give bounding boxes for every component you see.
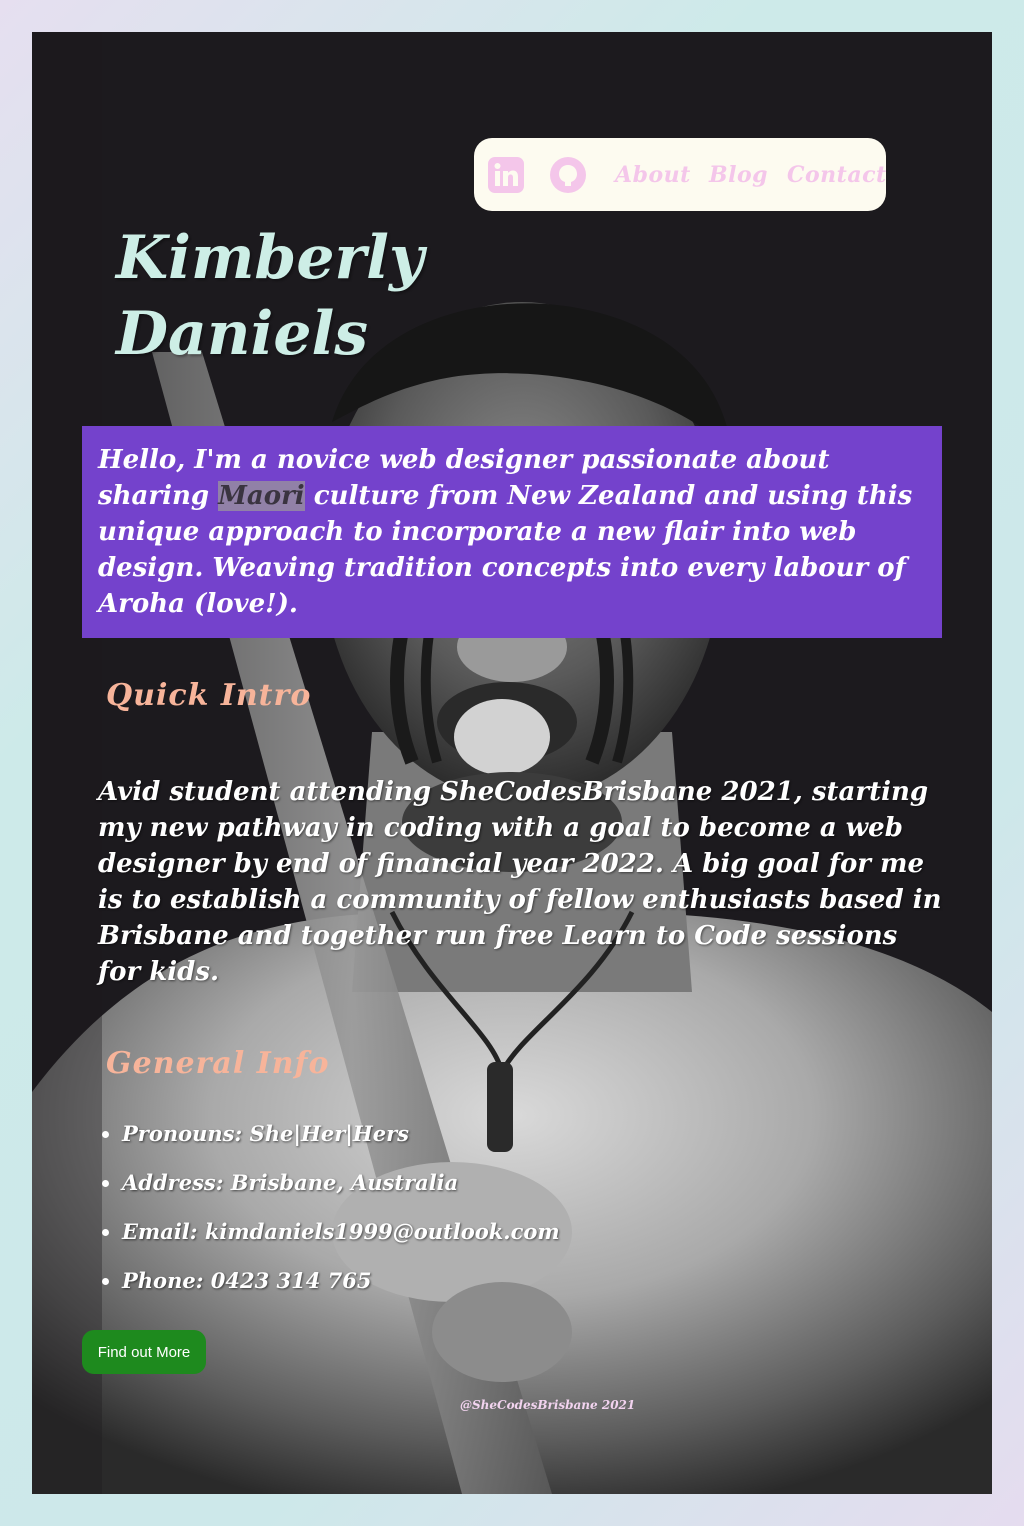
nav-link-contact[interactable]: Contact	[787, 162, 887, 188]
top-nav: About Blog Contact	[474, 138, 886, 211]
page-card: About Blog Contact Kimberly Daniels Hell…	[32, 32, 992, 1494]
general-info-heading: General Info	[106, 1046, 330, 1081]
github-icon[interactable]	[550, 157, 586, 193]
quick-intro-heading: Quick Intro	[106, 678, 312, 713]
info-phone: Phone: 0423 314 765	[122, 1263, 560, 1312]
footer-credit: @SheCodesBrisbane 2021	[460, 1398, 636, 1412]
nav-link-about[interactable]: About	[615, 162, 691, 188]
page-title: Kimberly Daniels	[116, 220, 436, 372]
nav-link-blog[interactable]: Blog	[709, 162, 768, 188]
name-last: Daniels	[116, 299, 369, 369]
info-address: Address: Brisbane, Australia	[122, 1165, 560, 1214]
name-first: Kimberly	[116, 223, 424, 293]
info-email: Email: kimdaniels1999@outlook.com	[122, 1214, 560, 1263]
quick-intro-body: Avid student attending SheCodesBrisbane …	[98, 777, 942, 987]
intro-highlight: Maori	[218, 481, 305, 511]
intro-box: Hello, I'm a novice web designer passion…	[82, 426, 942, 638]
general-info-list: Pronouns: She|Her|Hers Address: Brisbane…	[98, 1116, 560, 1312]
info-pronouns: Pronouns: She|Her|Hers	[122, 1116, 560, 1165]
find-out-more-button[interactable]: Find out More	[82, 1330, 206, 1374]
linkedin-icon[interactable]	[488, 157, 524, 193]
